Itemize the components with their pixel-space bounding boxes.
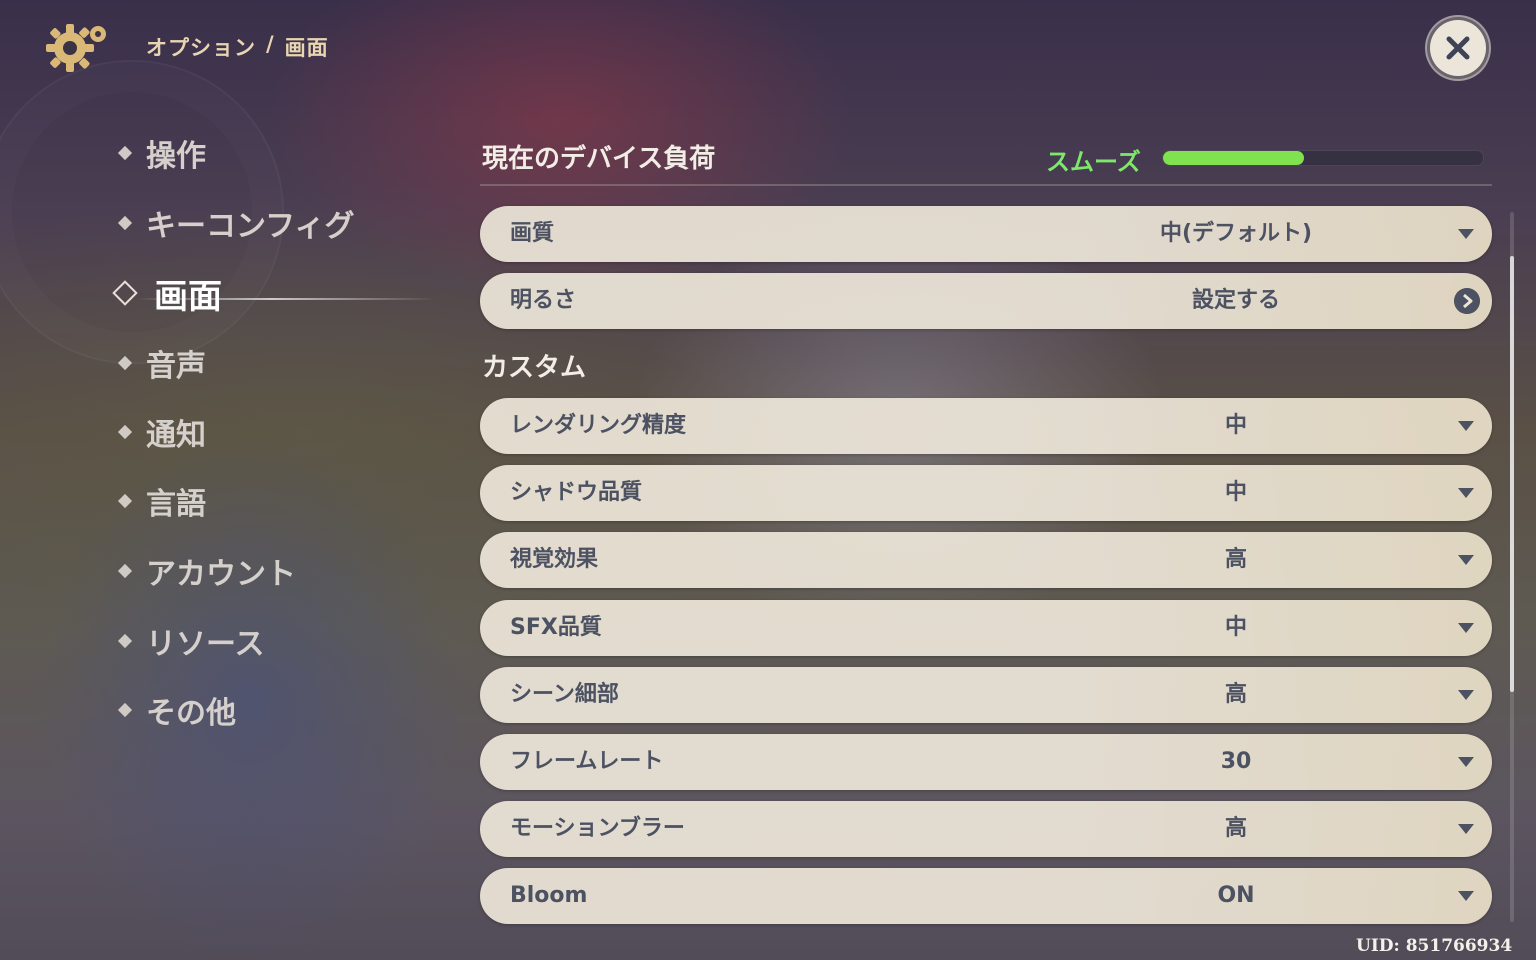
setting-value: 高 [1160,532,1492,588]
dropdown-arrow-icon [1458,824,1474,834]
setting-value-text: 30 [1220,749,1252,774]
sidebar-item-account[interactable]: アカウント [116,546,436,596]
close-button[interactable] [1430,20,1486,76]
gear-icon [46,24,106,72]
dropdown-arrow-icon [1458,891,1474,901]
setting-value: 設定する [1160,273,1492,329]
device-load-bar [1162,150,1484,166]
breadcrumb-page: 画面 [284,36,329,60]
sidebar-item-label: アカウント [146,557,296,592]
setting-label: SFX品質 [510,615,602,640]
setting-label: 明るさ [510,288,577,313]
sidebar-item-audio[interactable]: 音声 [116,338,436,388]
sidebar-item-label: 通知 [146,418,206,453]
device-load-title: 現在のデバイス負荷 [482,144,716,174]
setting-label: シーン細部 [510,682,619,707]
setting-value: 中(デフォルト) [1160,206,1492,262]
breadcrumb: オプション / 画面 [146,32,329,62]
setting-label: 視覚効果 [510,547,599,572]
device-load-status: スムーズ [1046,148,1141,176]
setting-value-text: 中 [1224,480,1247,505]
dropdown-arrow-icon [1458,623,1474,633]
setting-value: 高 [1160,801,1492,857]
diamond-bullet-icon [117,702,133,718]
setting-row-scene-detail[interactable]: シーン細部 高 [480,667,1492,723]
sidebar-item-resources[interactable]: リソース [116,616,436,666]
setting-row-bloom[interactable]: Bloom ON [480,868,1492,924]
setting-label: フレームレート [510,749,664,774]
dropdown-arrow-icon [1458,555,1474,565]
setting-value: 中 [1160,600,1492,656]
setting-value-text: 高 [1224,816,1247,841]
setting-value-text: 中 [1224,615,1247,640]
device-load-fill [1163,151,1304,165]
dropdown-arrow-icon [1458,690,1474,700]
scrollbar-thumb[interactable] [1510,256,1514,692]
setting-value-text: 設定する [1191,288,1280,313]
setting-value-text: ON [1217,883,1255,908]
setting-row-motion-blur[interactable]: モーションブラー 高 [480,801,1492,857]
close-icon [1446,36,1470,60]
diamond-bullet-icon [117,493,133,509]
sidebar-item-controls[interactable]: 操作 [116,128,436,178]
setting-row-graphics-quality[interactable]: 画質 中(デフォルト) [480,206,1492,262]
setting-value-text: 高 [1224,547,1247,572]
sidebar-item-language[interactable]: 言語 [116,476,436,526]
diamond-bullet-icon [117,355,133,371]
sidebar-item-label: 音声 [146,349,206,384]
setting-row-frame-rate[interactable]: フレームレート 30 [480,734,1492,790]
diamond-bullet-icon [117,215,133,231]
custom-section-title: カスタム [482,353,587,383]
setting-row-render-resolution[interactable]: レンダリング精度 中 [480,398,1492,454]
sidebar-item-label: 操作 [146,139,206,174]
active-highlight [136,298,436,300]
setting-row-visual-effects[interactable]: 視覚効果 高 [480,532,1492,588]
diamond-bullet-icon [117,424,133,440]
sidebar-item-notifications[interactable]: 通知 [116,407,436,457]
setting-label: モーションブラー [510,816,685,841]
setting-value: ON [1160,868,1492,924]
breadcrumb-separator: / [266,32,275,56]
setting-label: レンダリング精度 [510,413,687,438]
dropdown-arrow-icon [1458,421,1474,431]
setting-value: 高 [1160,667,1492,723]
setting-value: 中 [1160,465,1492,521]
breadcrumb-section[interactable]: オプション [146,32,256,62]
setting-row-shadow-quality[interactable]: シャドウ品質 中 [480,465,1492,521]
diamond-bullet-icon [117,563,133,579]
sidebar-item-label: リソース [146,627,265,662]
diamond-selected-icon [112,280,138,306]
dropdown-arrow-icon [1458,757,1474,767]
sidebar-item-other[interactable]: その他 [116,685,436,735]
setting-label: Bloom [510,883,588,908]
sidebar-item-label: その他 [146,696,236,731]
scrollbar-track[interactable] [1510,212,1514,922]
sidebar-item-graphics[interactable]: 画面 [112,268,436,318]
diamond-bullet-icon [117,633,133,649]
setting-label: シャドウ品質 [510,480,643,505]
divider [480,184,1492,186]
sidebar-item-label: 画面 [154,276,222,317]
setting-row-brightness[interactable]: 明るさ 設定する [480,273,1492,329]
setting-value-text: 高 [1224,682,1247,707]
uid-label: UID: 851766934 [1356,936,1513,956]
setting-value: 中 [1160,398,1492,454]
setting-row-sfx-quality[interactable]: SFX品質 中 [480,600,1492,656]
setting-value-text: 中 [1224,413,1247,438]
sidebar-item-key-config[interactable]: キーコンフィグ [116,198,436,248]
sidebar-item-label: キーコンフィグ [146,209,355,244]
chevron-right-circle-icon [1454,288,1480,314]
diamond-bullet-icon [117,145,133,161]
sidebar-item-label: 言語 [146,487,206,522]
dropdown-arrow-icon [1458,488,1474,498]
dropdown-arrow-icon [1458,229,1474,239]
setting-value-text: 中(デフォルト) [1159,221,1313,246]
setting-label: 画質 [510,221,555,246]
setting-value: 30 [1160,734,1492,790]
